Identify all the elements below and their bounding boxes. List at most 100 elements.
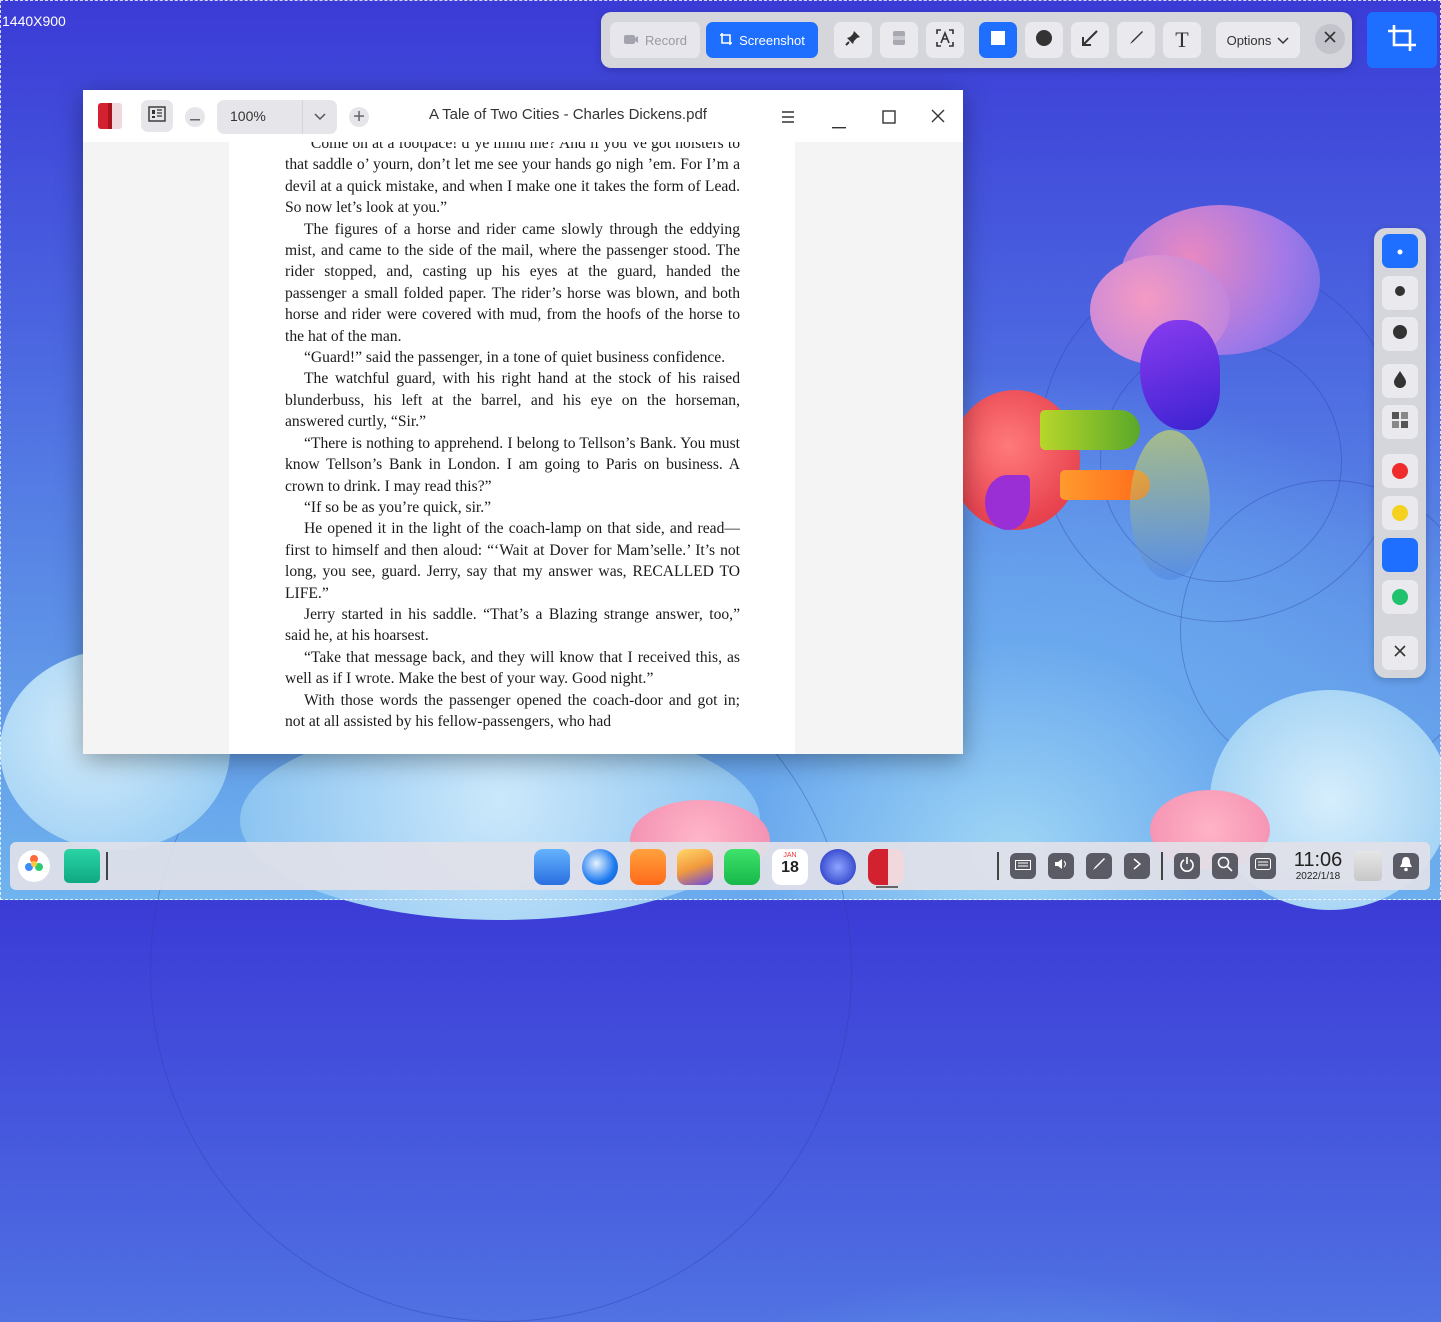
volume-tray-button[interactable] xyxy=(1048,853,1074,879)
color-red-button[interactable] xyxy=(1382,454,1418,488)
power-icon xyxy=(1179,856,1195,877)
red-swatch xyxy=(1392,463,1408,479)
record-label: Record xyxy=(645,32,687,48)
thumbnail-icon xyxy=(148,105,166,127)
keyboard-icon xyxy=(1015,857,1031,875)
pen-icon xyxy=(1092,857,1106,876)
record-button[interactable]: Record xyxy=(610,22,700,58)
size-medium-button[interactable] xyxy=(1382,276,1418,310)
volume-icon xyxy=(1054,857,1068,875)
capture-dimension-label: 1440X900 xyxy=(2,13,66,29)
search-button[interactable] xyxy=(1212,853,1238,879)
zoom-in-button[interactable] xyxy=(349,107,369,127)
dot-large-icon xyxy=(1392,324,1408,345)
ocr-button[interactable] xyxy=(926,22,964,58)
color-green-button[interactable] xyxy=(1382,580,1418,614)
calendar-month: JAN xyxy=(783,852,797,859)
confirm-capture-button[interactable] xyxy=(1367,12,1437,68)
paragraph: The watchful guard, with his right hand … xyxy=(285,370,740,431)
color-yellow-button[interactable] xyxy=(1382,496,1418,530)
screenshot-label: Screenshot xyxy=(739,32,805,48)
pen-icon xyxy=(1127,29,1145,52)
rectangle-tool-button[interactable] xyxy=(979,22,1017,58)
launcher-button[interactable] xyxy=(18,850,50,882)
maximize-icon[interactable] xyxy=(882,110,896,129)
zoom-select[interactable]: 100% xyxy=(217,100,337,134)
power-button[interactable] xyxy=(1174,853,1200,879)
control-center-app[interactable] xyxy=(820,849,856,885)
capture-toolbar: Record Screenshot T Options xyxy=(601,12,1352,68)
clock-date: 2022/1/18 xyxy=(1295,871,1341,882)
pen-tray-button[interactable] xyxy=(1086,853,1112,879)
pin-icon xyxy=(844,29,862,52)
rectangle-icon xyxy=(990,30,1006,51)
mosaic-effect-button[interactable] xyxy=(1382,405,1418,439)
pen-tool-button[interactable] xyxy=(1117,22,1155,58)
paragraph: “Take that message back, and they will k… xyxy=(285,648,740,688)
screenshot-button[interactable]: Screenshot xyxy=(706,22,818,58)
close-icon xyxy=(1394,644,1406,662)
plus-icon xyxy=(354,108,364,126)
image-viewer-app[interactable] xyxy=(677,849,713,885)
chevron-down-icon xyxy=(1277,33,1289,48)
camera-icon xyxy=(623,32,639,49)
expand-tray-button[interactable] xyxy=(1124,853,1150,879)
screenshot-icon xyxy=(719,32,733,49)
blur-effect-button[interactable] xyxy=(1382,364,1418,398)
document-viewer-window: 100% A Tale of Two Cities - Charles Dick… xyxy=(83,90,963,754)
paragraph: “Come on at a footpace! d’ye mind me? An… xyxy=(285,142,740,217)
zoom-value: 100% xyxy=(230,108,266,124)
crop-icon xyxy=(1387,24,1417,57)
color-blue-button[interactable] xyxy=(1382,538,1418,572)
zoom-out-button[interactable] xyxy=(185,107,205,127)
paragraph: With those words the passenger opened th… xyxy=(285,691,740,730)
size-large-button[interactable] xyxy=(1382,317,1418,351)
multitask-view-button[interactable] xyxy=(64,849,100,883)
thumbnail-toggle-button[interactable] xyxy=(141,100,173,132)
onscreen-keyboard-button[interactable] xyxy=(1250,853,1276,879)
minimize-icon[interactable] xyxy=(832,116,846,134)
size-small-button[interactable] xyxy=(1382,234,1418,268)
close-palette-button[interactable] xyxy=(1382,636,1418,670)
options-dropdown[interactable]: Options xyxy=(1216,22,1300,58)
menu-icon[interactable] xyxy=(781,110,795,128)
file-manager-app[interactable] xyxy=(534,849,570,885)
dot-small-icon xyxy=(1397,242,1403,260)
close-icon[interactable] xyxy=(931,109,945,128)
arrow-tool-button[interactable] xyxy=(1071,22,1109,58)
pdf-page[interactable]: “Come on at a footpace! d’ye mind me? An… xyxy=(229,142,795,754)
trash-button[interactable] xyxy=(1354,851,1382,881)
calendar-day: 18 xyxy=(781,859,799,876)
music-app[interactable] xyxy=(724,849,760,885)
window-title: A Tale of Two Cities - Charles Dickens.p… xyxy=(429,106,707,123)
ellipse-tool-button[interactable] xyxy=(1025,22,1063,58)
document-viewer-app[interactable] xyxy=(868,849,904,885)
keyboard-icon xyxy=(1255,857,1271,875)
blur-button[interactable] xyxy=(880,22,918,58)
clock[interactable]: 11:06 2022/1/18 xyxy=(1288,849,1348,883)
keyboard-tray-button[interactable] xyxy=(1010,853,1036,879)
calendar-app[interactable]: JAN 18 xyxy=(772,849,808,885)
paragraph: “Guard!” said the passenger, in a tone o… xyxy=(304,349,726,367)
text-tool-button[interactable]: T xyxy=(1163,22,1201,58)
notification-button[interactable] xyxy=(1393,853,1419,879)
chevron-down-icon[interactable] xyxy=(302,100,337,134)
launcher-icon xyxy=(23,853,45,880)
browser-app[interactable] xyxy=(582,849,618,885)
pin-button[interactable] xyxy=(834,22,872,58)
mosaic-icon xyxy=(1392,411,1408,433)
app-logo-icon xyxy=(96,101,124,136)
viewer-titlebar: 100% A Tale of Two Cities - Charles Dick… xyxy=(83,90,963,142)
bell-icon xyxy=(1399,856,1413,877)
blur-icon xyxy=(891,29,907,52)
annotation-palette xyxy=(1374,228,1426,678)
arrow-icon xyxy=(1081,29,1099,52)
green-swatch xyxy=(1392,589,1408,605)
paragraph: He opened it in the light of the coach-l… xyxy=(285,520,740,602)
text-icon: T xyxy=(1175,27,1189,52)
minus-icon xyxy=(190,108,200,126)
drop-icon xyxy=(1393,370,1407,393)
chevron-right-icon xyxy=(1133,857,1142,875)
close-capture-button[interactable] xyxy=(1315,24,1345,54)
app-store-app[interactable] xyxy=(630,849,666,885)
